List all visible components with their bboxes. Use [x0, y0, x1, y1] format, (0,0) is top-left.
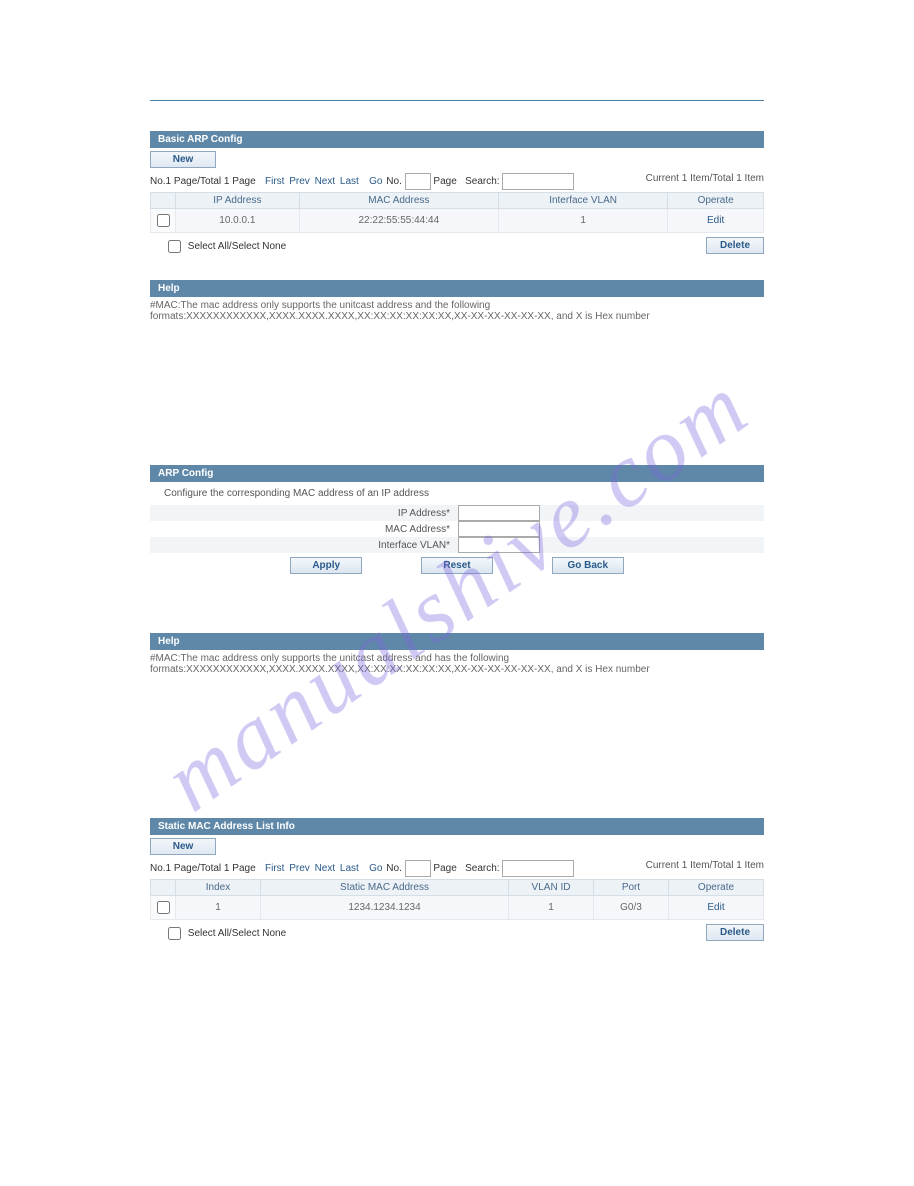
static-mac-list-panel: Static MAC Address List Info New No.1 Pa…	[150, 818, 764, 945]
cell-index: 1	[176, 896, 261, 920]
cell-vlan: 1	[498, 209, 667, 233]
panel-title: ARP Config	[150, 465, 764, 482]
go-link[interactable]: Go	[369, 176, 382, 187]
search-label: Search:	[465, 863, 499, 874]
prev-link[interactable]: Prev	[289, 176, 310, 187]
table-header-row: IP Address MAC Address Interface VLAN Op…	[151, 193, 764, 209]
page-number-input[interactable]	[405, 860, 431, 877]
new-button[interactable]: New	[150, 838, 216, 855]
arp-config-panel: ARP Config Configure the corresponding M…	[150, 465, 764, 678]
col-vlan: Interface VLAN	[498, 193, 667, 209]
col-mac: MAC Address	[299, 193, 498, 209]
vlan-label: Interface VLAN*	[150, 540, 458, 551]
table-header-row: Index Static MAC Address VLAN ID Port Op…	[151, 880, 764, 896]
select-all-label: Select All/Select None	[188, 241, 286, 252]
col-port: Port	[594, 880, 669, 896]
table-row: 10.0.0.1 22:22:55:55:44:44 1 Edit	[151, 209, 764, 233]
help-title: Help	[150, 633, 764, 650]
col-ip: IP Address	[176, 193, 300, 209]
delete-button[interactable]: Delete	[706, 237, 764, 254]
select-all-checkbox[interactable]	[168, 240, 181, 253]
help-text: #MAC:The mac address only supports the u…	[150, 650, 764, 678]
top-divider	[150, 100, 764, 101]
ip-input[interactable]	[458, 505, 540, 521]
panel-title: Static MAC Address List Info	[150, 818, 764, 835]
page-number-input[interactable]	[405, 173, 431, 190]
help-title: Help	[150, 280, 764, 297]
col-mac: Static MAC Address	[261, 880, 509, 896]
vlan-row: Interface VLAN*	[150, 537, 764, 553]
pagination-toolbar: No.1 Page/Total 1 Page First Prev Next L…	[150, 171, 764, 192]
mac-label: MAC Address*	[150, 524, 458, 535]
help-text: #MAC:The mac address only supports the u…	[150, 297, 764, 325]
go-link[interactable]: Go	[369, 863, 382, 874]
col-operate: Operate	[668, 193, 764, 209]
vlan-input[interactable]	[458, 537, 540, 553]
edit-link[interactable]: Edit	[707, 215, 724, 226]
select-all-checkbox[interactable]	[168, 927, 181, 940]
items-info: Current 1 Item/Total 1 Item	[646, 173, 764, 184]
col-vlan: VLAN ID	[509, 880, 594, 896]
delete-button[interactable]: Delete	[706, 924, 764, 941]
new-button[interactable]: New	[150, 151, 216, 168]
search-input[interactable]	[502, 173, 574, 190]
mac-input[interactable]	[458, 521, 540, 537]
ip-label: IP Address*	[150, 508, 458, 519]
mac-row: MAC Address*	[150, 521, 764, 537]
items-info: Current 1 Item/Total 1 Item	[646, 860, 764, 871]
first-link[interactable]: First	[265, 863, 284, 874]
no-label: No.	[386, 863, 402, 874]
search-label: Search:	[465, 176, 499, 187]
select-all-label: Select All/Select None	[188, 928, 286, 939]
arp-table: IP Address MAC Address Interface VLAN Op…	[150, 192, 764, 233]
first-link[interactable]: First	[265, 176, 284, 187]
row-checkbox[interactable]	[157, 214, 170, 227]
page-label: Page	[433, 863, 456, 874]
panel-title: Basic ARP Config	[150, 131, 764, 148]
page-info: No.1 Page/Total 1 Page	[150, 176, 256, 187]
cell-mac: 1234.1234.1234	[261, 896, 509, 920]
cell-port: G0/3	[594, 896, 669, 920]
cell-ip: 10.0.0.1	[176, 209, 300, 233]
no-label: No.	[386, 176, 402, 187]
basic-arp-config-panel: Basic ARP Config New No.1 Page/Total 1 P…	[150, 131, 764, 325]
prev-link[interactable]: Prev	[289, 863, 310, 874]
last-link[interactable]: Last	[340, 863, 359, 874]
col-index: Index	[176, 880, 261, 896]
page-info: No.1 Page/Total 1 Page	[150, 863, 256, 874]
cell-mac: 22:22:55:55:44:44	[299, 209, 498, 233]
edit-link[interactable]: Edit	[707, 902, 724, 913]
search-input[interactable]	[502, 860, 574, 877]
next-link[interactable]: Next	[315, 863, 336, 874]
instruction-text: Configure the corresponding MAC address …	[150, 482, 764, 505]
last-link[interactable]: Last	[340, 176, 359, 187]
apply-button[interactable]: Apply	[290, 557, 362, 574]
reset-button[interactable]: Reset	[421, 557, 493, 574]
mac-table: Index Static MAC Address VLAN ID Port Op…	[150, 879, 764, 920]
pagination-toolbar: No.1 Page/Total 1 Page First Prev Next L…	[150, 858, 764, 879]
row-checkbox[interactable]	[157, 901, 170, 914]
cell-vlan: 1	[509, 896, 594, 920]
go-back-button[interactable]: Go Back	[552, 557, 624, 574]
table-row: 1 1234.1234.1234 1 G0/3 Edit	[151, 896, 764, 920]
next-link[interactable]: Next	[315, 176, 336, 187]
ip-row: IP Address*	[150, 505, 764, 521]
page-label: Page	[433, 176, 456, 187]
col-operate: Operate	[669, 880, 764, 896]
